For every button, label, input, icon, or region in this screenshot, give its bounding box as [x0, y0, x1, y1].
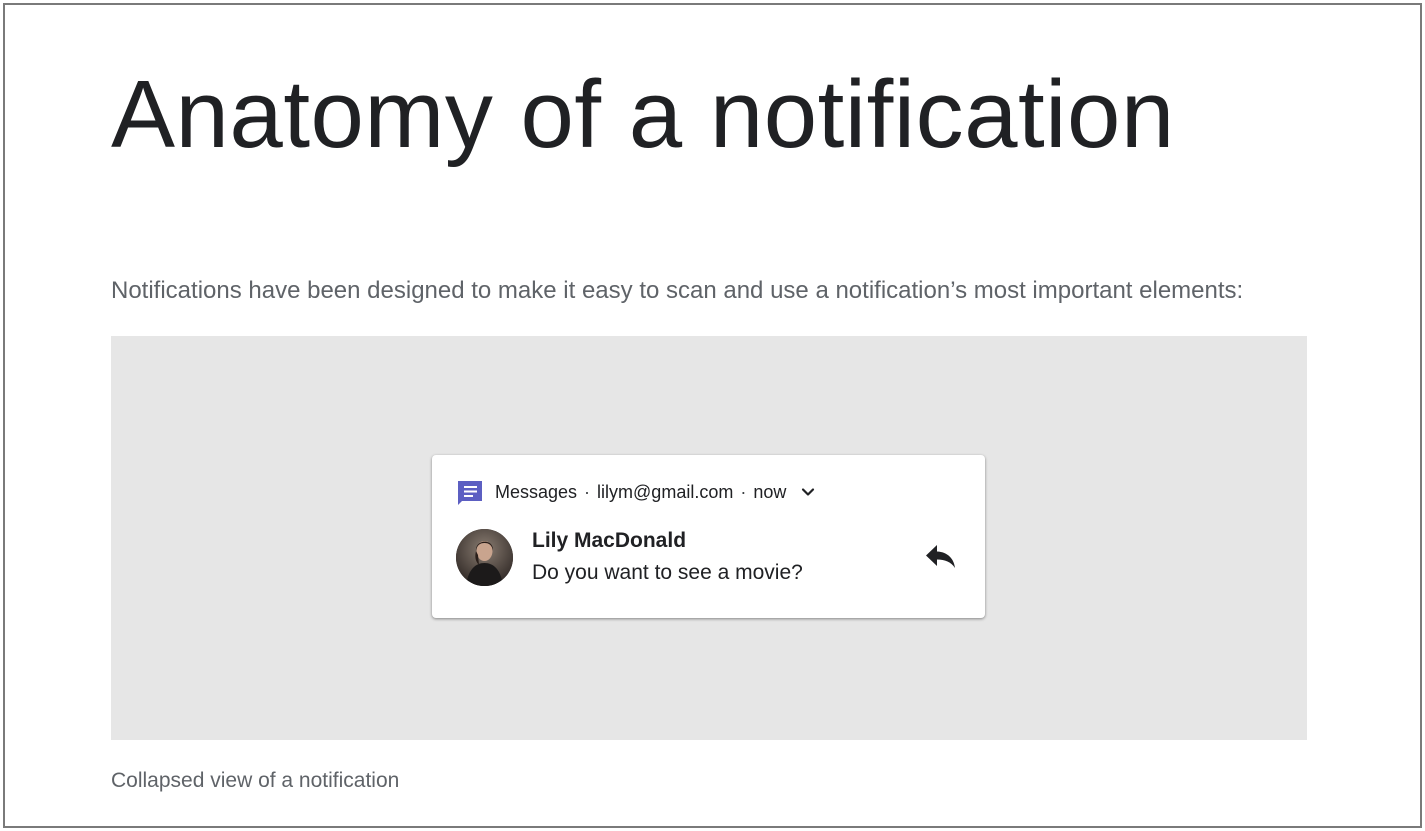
chevron-down-icon[interactable]: [800, 484, 816, 500]
sender-name: Lily MacDonald: [532, 529, 687, 552]
timestamp: now: [753, 481, 787, 502]
message-text: Do you want to see a movie?: [532, 561, 803, 584]
notification-header: Messages · lilym@gmail.com · now: [456, 479, 816, 505]
header-separator: ·: [740, 481, 747, 502]
messages-icon: [458, 481, 482, 505]
notification-card[interactable]: Messages · lilym@gmail.com · now Lily Ma…: [432, 455, 985, 618]
illustration-stage: Messages · lilym@gmail.com · now Lily Ma…: [111, 336, 1307, 740]
intro-text: Notifications have been designed to make…: [111, 277, 1244, 304]
page-frame: Anatomy of a notification Notifications …: [3, 3, 1422, 828]
avatar: [456, 529, 513, 586]
page-title: Anatomy of a notification: [111, 61, 1175, 168]
avatar-photo: [456, 529, 513, 586]
header-separator: ·: [584, 481, 591, 502]
app-name: Messages: [495, 481, 578, 502]
reply-icon[interactable]: [924, 541, 958, 571]
figure-caption: Collapsed view of a notification: [111, 769, 400, 792]
account-email: lilym@gmail.com: [597, 481, 734, 502]
